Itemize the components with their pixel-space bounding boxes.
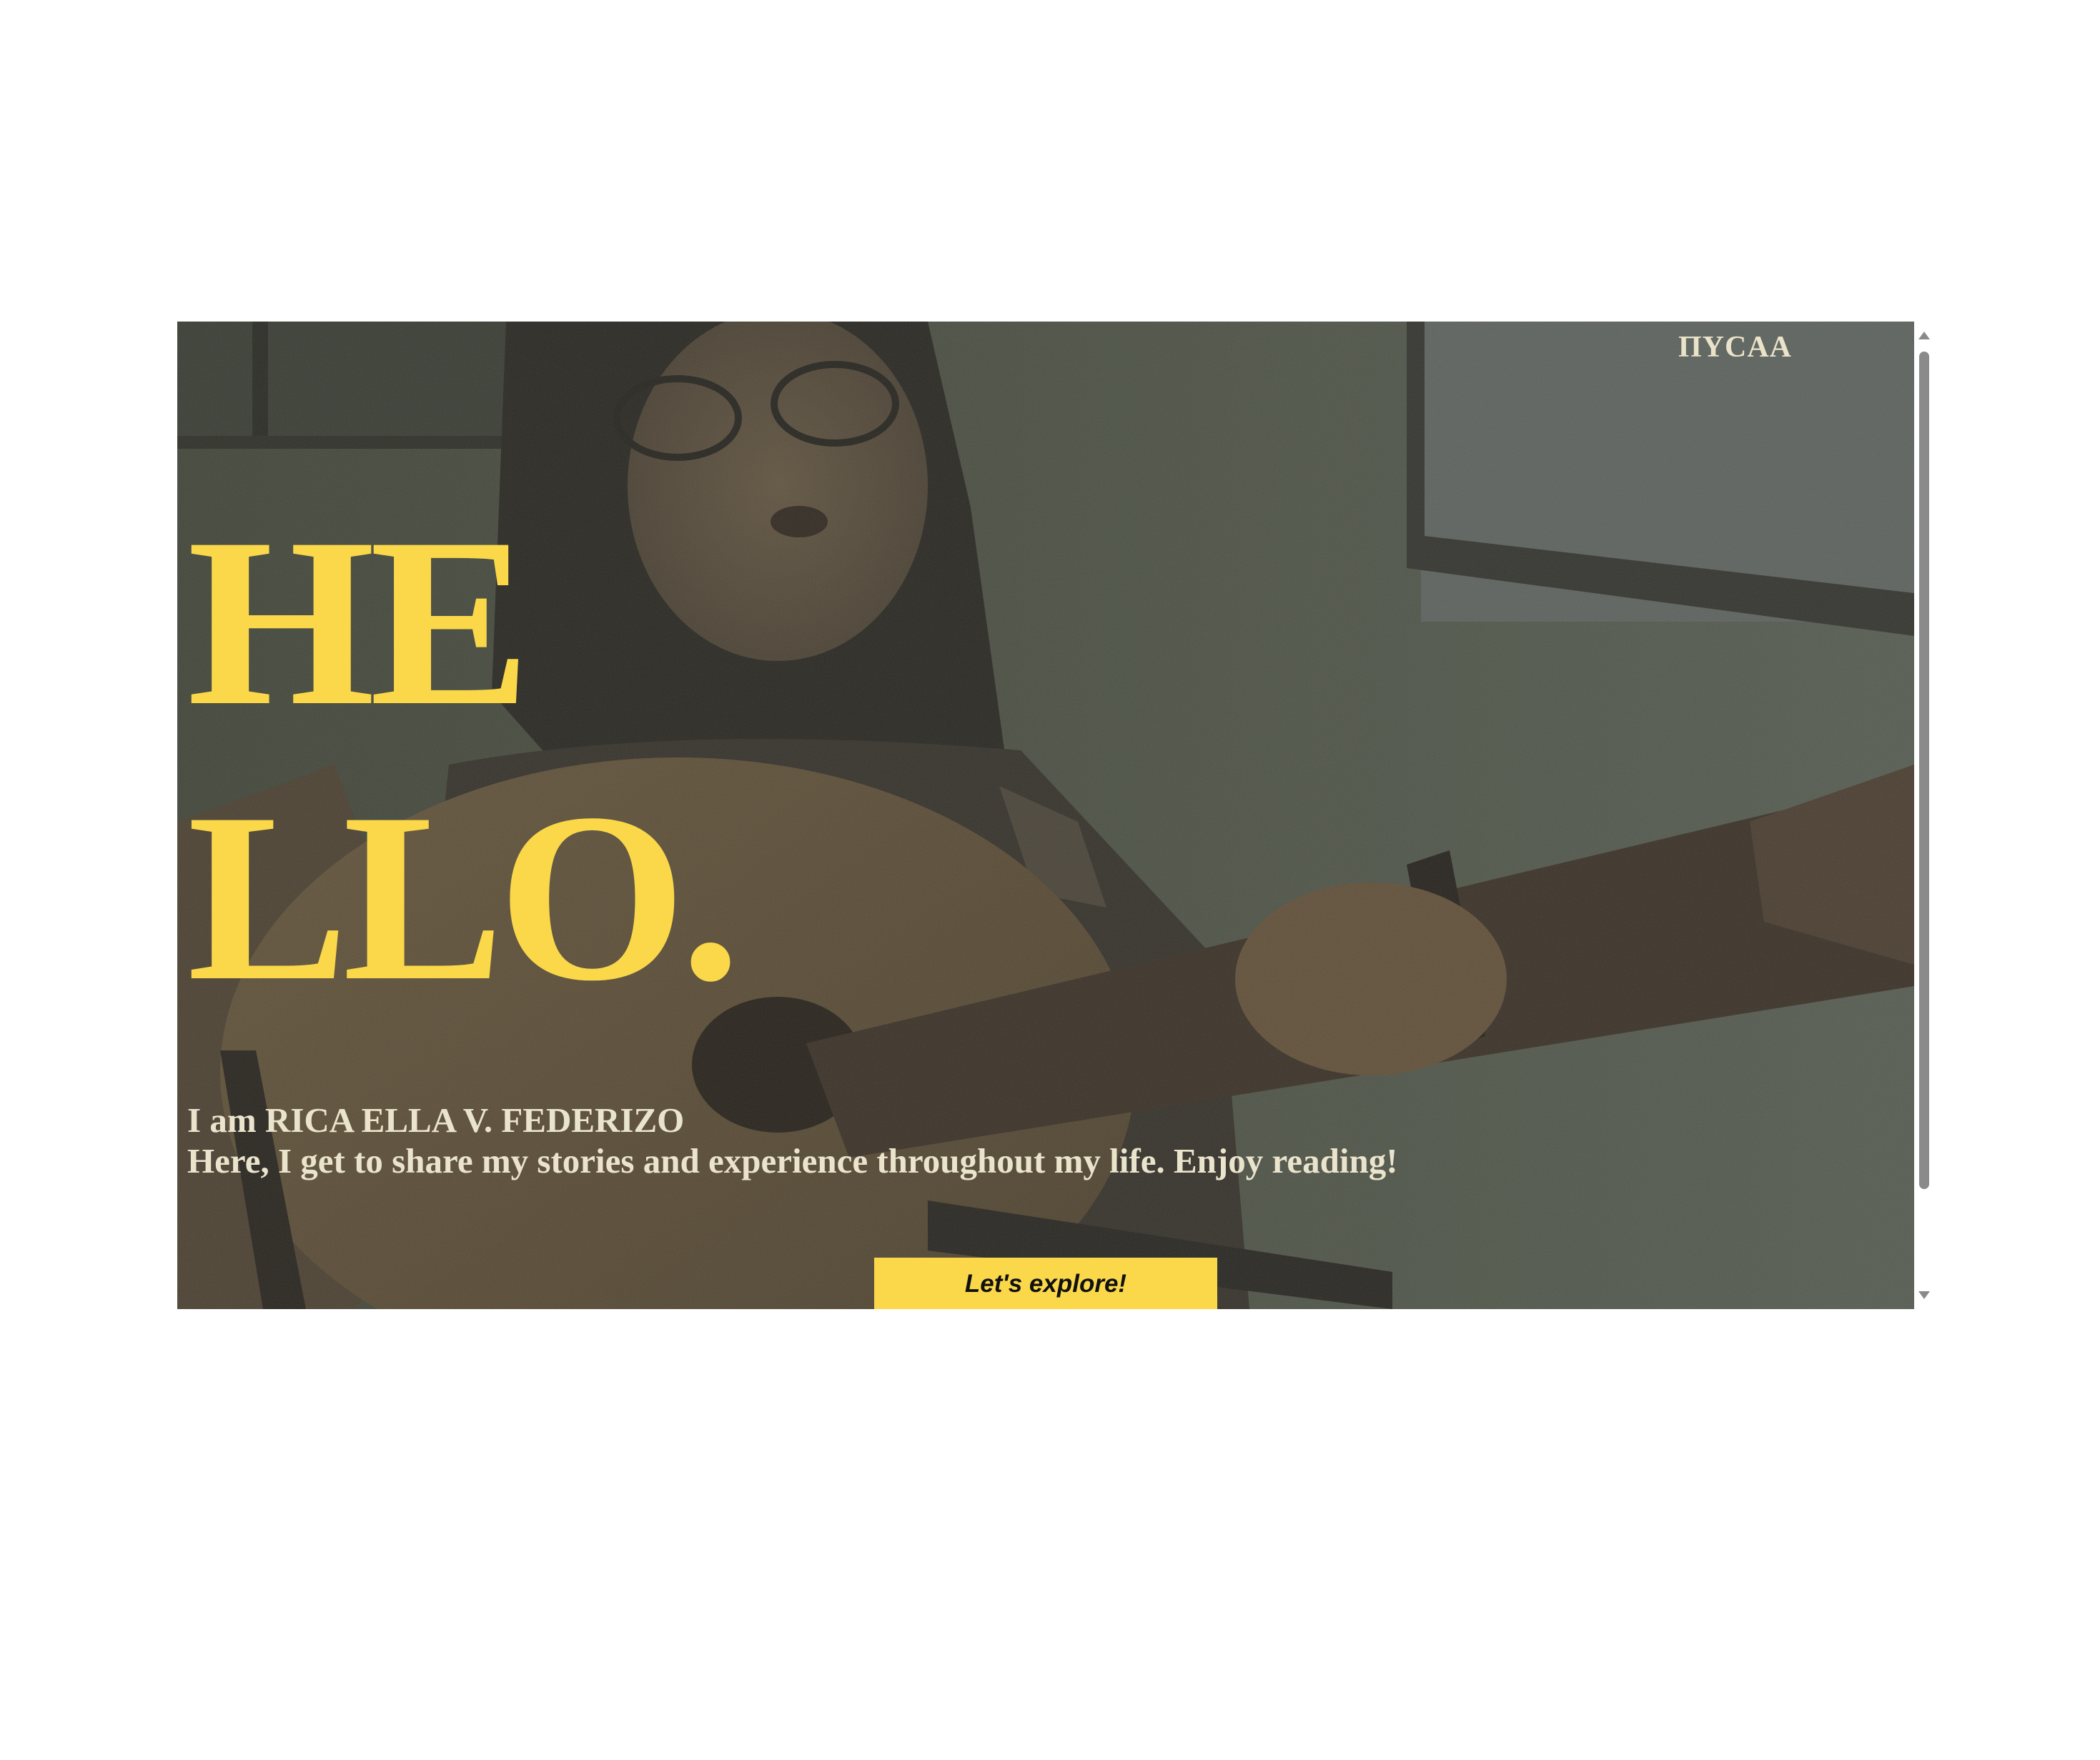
site-logo[interactable]: ΠΥCAA: [1678, 330, 1792, 364]
triangle-down-icon[interactable]: [1914, 1288, 1934, 1302]
hero-section: ΠΥCAA HE LLO. I am RICA ELLA V. FEDERIZO…: [177, 322, 1914, 1309]
vertical-scrollbar[interactable]: [1914, 322, 1934, 1309]
hero-title-line-1: HE: [187, 489, 530, 756]
explore-button[interactable]: Let's explore!: [874, 1258, 1217, 1309]
intro-tagline: Here, I get to share my stories and expe…: [187, 1141, 1398, 1180]
triangle-up-icon[interactable]: [1914, 329, 1934, 343]
intro-name: I am RICA ELLA V. FEDERIZO: [187, 1100, 685, 1140]
scrollbar-thumb[interactable]: [1919, 352, 1929, 1189]
hero-title-line-2: LLO.: [187, 764, 741, 1031]
